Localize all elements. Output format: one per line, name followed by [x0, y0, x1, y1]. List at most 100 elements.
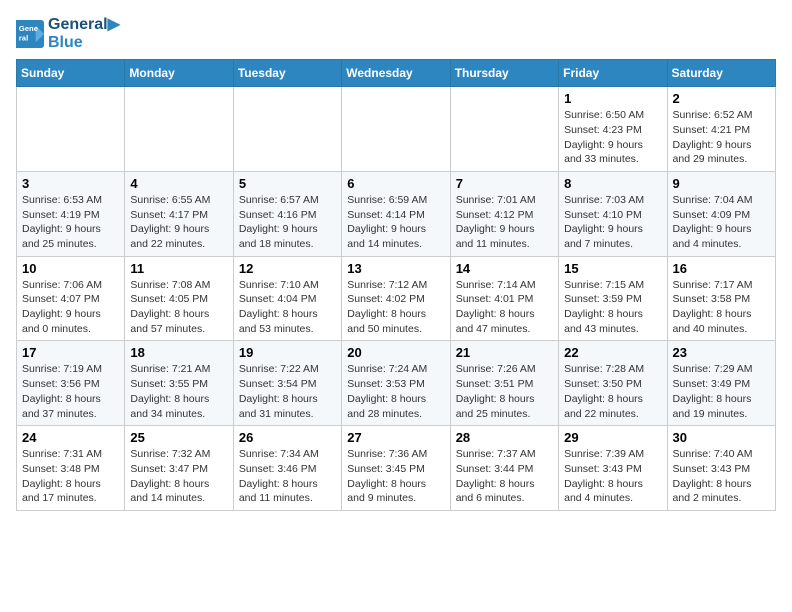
- day-number: 21: [456, 345, 553, 360]
- svg-text:Gene: Gene: [19, 24, 39, 33]
- day-number: 8: [564, 176, 661, 191]
- day-number: 7: [456, 176, 553, 191]
- day-info: Sunrise: 7:37 AM Sunset: 3:44 PM Dayligh…: [456, 447, 553, 506]
- day-info: Sunrise: 6:57 AM Sunset: 4:16 PM Dayligh…: [239, 193, 336, 252]
- calendar-cell: 2Sunrise: 6:52 AM Sunset: 4:21 PM Daylig…: [667, 87, 775, 172]
- calendar-cell: 13 Sunrise: 7:12 AM Sunset: 4:02 PM Dayli…: [342, 256, 450, 341]
- day-info: Sunrise: 7:26 AM Sunset: 3:51 PM Dayligh…: [456, 362, 553, 421]
- calendar-cell: 4 Sunrise: 6:55 AM Sunset: 4:17 PM Daylig…: [125, 171, 233, 256]
- calendar-table: SundayMondayTuesdayWednesdayThursdayFrid…: [16, 59, 776, 511]
- day-info: Sunrise: 7:12 AM Sunset: 4:02 PM Dayligh…: [347, 278, 444, 337]
- day-number: 1: [564, 91, 661, 106]
- calendar-cell: 8Sunrise: 7:03 AM Sunset: 4:10 PM Daylig…: [559, 171, 667, 256]
- day-info: Sunrise: 7:01 AM Sunset: 4:12 PM Dayligh…: [456, 193, 553, 252]
- calendar-cell: 19Sunrise: 7:22 AM Sunset: 3:54 PM Dayli…: [233, 341, 341, 426]
- calendar-cell: 17 Sunrise: 7:19 AM Sunset: 3:56 PM Dayli…: [17, 341, 125, 426]
- calendar-cell: 26 Sunrise: 7:34 AM Sunset: 3:46 PM Dayli…: [233, 426, 341, 511]
- weekday-header-monday: Monday: [125, 60, 233, 87]
- calendar-cell: 14 Sunrise: 7:14 AM Sunset: 4:01 PM Dayli…: [450, 256, 558, 341]
- day-info: Sunrise: 7:15 AM Sunset: 3:59 PM Dayligh…: [564, 278, 661, 337]
- day-number: 9: [673, 176, 770, 191]
- day-info: Sunrise: 7:28 AM Sunset: 3:50 PM Dayligh…: [564, 362, 661, 421]
- day-number: 22: [564, 345, 661, 360]
- calendar-cell: 21 Sunrise: 7:26 AM Sunset: 3:51 PM Dayli…: [450, 341, 558, 426]
- calendar-cell: 11 Sunrise: 7:08 AM Sunset: 4:05 PM Dayli…: [125, 256, 233, 341]
- week-row-0: 1 Sunrise: 6:50 AM Sunset: 4:23 PM Daylig…: [17, 87, 776, 172]
- day-number: 26: [239, 430, 336, 445]
- day-info: Sunrise: 6:59 AM Sunset: 4:14 PM Dayligh…: [347, 193, 444, 252]
- calendar-cell: 5 Sunrise: 6:57 AM Sunset: 4:16 PM Daylig…: [233, 171, 341, 256]
- day-number: 25: [130, 430, 227, 445]
- calendar-cell: 12 Sunrise: 7:10 AM Sunset: 4:04 PM Dayli…: [233, 256, 341, 341]
- day-info: Sunrise: 7:08 AM Sunset: 4:05 PM Dayligh…: [130, 278, 227, 337]
- day-info: Sunrise: 7:29 AM Sunset: 3:49 PM Dayligh…: [673, 362, 770, 421]
- day-number: 12: [239, 261, 336, 276]
- weekday-header-sunday: Sunday: [17, 60, 125, 87]
- calendar-cell: 15 Sunrise: 7:15 AM Sunset: 3:59 PM Dayli…: [559, 256, 667, 341]
- day-info: Sunrise: 7:10 AM Sunset: 4:04 PM Dayligh…: [239, 278, 336, 337]
- day-info: Sunrise: 7:19 AM Sunset: 3:56 PM Dayligh…: [22, 362, 119, 421]
- calendar-cell: 7 Sunrise: 7:01 AM Sunset: 4:12 PM Daylig…: [450, 171, 558, 256]
- day-number: 16: [673, 261, 770, 276]
- calendar-cell: 1 Sunrise: 6:50 AM Sunset: 4:23 PM Daylig…: [559, 87, 667, 172]
- day-info: Sunrise: 7:06 AM Sunset: 4:07 PM Dayligh…: [22, 278, 119, 337]
- day-number: 15: [564, 261, 661, 276]
- day-info: Sunrise: 7:32 AM Sunset: 3:47 PM Dayligh…: [130, 447, 227, 506]
- calendar-cell: 23 Sunrise: 7:29 AM Sunset: 3:49 PM Dayli…: [667, 341, 775, 426]
- day-number: 5: [239, 176, 336, 191]
- day-number: 3: [22, 176, 119, 191]
- day-info: Sunrise: 7:24 AM Sunset: 3:53 PM Dayligh…: [347, 362, 444, 421]
- page-header: Gene ral General▶ Blue: [16, 16, 776, 55]
- day-info: Sunrise: 7:31 AM Sunset: 3:48 PM Dayligh…: [22, 447, 119, 506]
- calendar-cell: [125, 87, 233, 172]
- weekday-header-wednesday: Wednesday: [342, 60, 450, 87]
- weekday-header-row: SundayMondayTuesdayWednesdayThursdayFrid…: [17, 60, 776, 87]
- week-row-2: 10 Sunrise: 7:06 AM Sunset: 4:07 PM Dayli…: [17, 256, 776, 341]
- weekday-header-thursday: Thursday: [450, 60, 558, 87]
- calendar-cell: 28 Sunrise: 7:37 AM Sunset: 3:44 PM Dayli…: [450, 426, 558, 511]
- calendar-cell: [450, 87, 558, 172]
- logo-text: General▶ Blue: [48, 16, 120, 51]
- day-number: 20: [347, 345, 444, 360]
- day-info: Sunrise: 6:50 AM Sunset: 4:23 PM Dayligh…: [564, 108, 661, 167]
- day-number: 10: [22, 261, 119, 276]
- calendar-cell: 6 Sunrise: 6:59 AM Sunset: 4:14 PM Daylig…: [342, 171, 450, 256]
- day-number: 28: [456, 430, 553, 445]
- calendar-cell: [342, 87, 450, 172]
- calendar-cell: 27 Sunrise: 7:36 AM Sunset: 3:45 PM Dayli…: [342, 426, 450, 511]
- calendar-cell: 16Sunrise: 7:17 AM Sunset: 3:58 PM Dayli…: [667, 256, 775, 341]
- day-number: 6: [347, 176, 444, 191]
- calendar-body: 1 Sunrise: 6:50 AM Sunset: 4:23 PM Daylig…: [17, 87, 776, 511]
- day-number: 30: [673, 430, 770, 445]
- day-number: 2: [673, 91, 770, 106]
- day-number: 14: [456, 261, 553, 276]
- week-row-1: 3 Sunrise: 6:53 AM Sunset: 4:19 PM Daylig…: [17, 171, 776, 256]
- svg-text:ral: ral: [19, 33, 28, 42]
- day-number: 4: [130, 176, 227, 191]
- calendar-cell: 10 Sunrise: 7:06 AM Sunset: 4:07 PM Dayli…: [17, 256, 125, 341]
- calendar-cell: 18Sunrise: 7:21 AM Sunset: 3:55 PM Dayli…: [125, 341, 233, 426]
- day-info: Sunrise: 7:21 AM Sunset: 3:55 PM Dayligh…: [130, 362, 227, 421]
- week-row-4: 24Sunrise: 7:31 AM Sunset: 3:48 PM Dayli…: [17, 426, 776, 511]
- day-number: 13: [347, 261, 444, 276]
- day-info: Sunrise: 7:22 AM Sunset: 3:54 PM Dayligh…: [239, 362, 336, 421]
- logo: Gene ral General▶ Blue: [16, 16, 120, 51]
- calendar-cell: 22 Sunrise: 7:28 AM Sunset: 3:50 PM Dayli…: [559, 341, 667, 426]
- day-info: Sunrise: 6:55 AM Sunset: 4:17 PM Dayligh…: [130, 193, 227, 252]
- day-number: 11: [130, 261, 227, 276]
- day-number: 27: [347, 430, 444, 445]
- calendar-cell: 29Sunrise: 7:39 AM Sunset: 3:43 PM Dayli…: [559, 426, 667, 511]
- day-info: Sunrise: 6:53 AM Sunset: 4:19 PM Dayligh…: [22, 193, 119, 252]
- calendar-cell: 3 Sunrise: 6:53 AM Sunset: 4:19 PM Daylig…: [17, 171, 125, 256]
- calendar-cell: 25 Sunrise: 7:32 AM Sunset: 3:47 PM Dayli…: [125, 426, 233, 511]
- calendar-cell: [233, 87, 341, 172]
- day-info: Sunrise: 7:36 AM Sunset: 3:45 PM Dayligh…: [347, 447, 444, 506]
- day-number: 23: [673, 345, 770, 360]
- day-number: 29: [564, 430, 661, 445]
- day-number: 17: [22, 345, 119, 360]
- day-info: Sunrise: 7:14 AM Sunset: 4:01 PM Dayligh…: [456, 278, 553, 337]
- day-info: Sunrise: 7:34 AM Sunset: 3:46 PM Dayligh…: [239, 447, 336, 506]
- calendar-cell: 9Sunrise: 7:04 AM Sunset: 4:09 PM Daylig…: [667, 171, 775, 256]
- calendar-cell: 30Sunrise: 7:40 AM Sunset: 3:43 PM Dayli…: [667, 426, 775, 511]
- week-row-3: 17 Sunrise: 7:19 AM Sunset: 3:56 PM Dayli…: [17, 341, 776, 426]
